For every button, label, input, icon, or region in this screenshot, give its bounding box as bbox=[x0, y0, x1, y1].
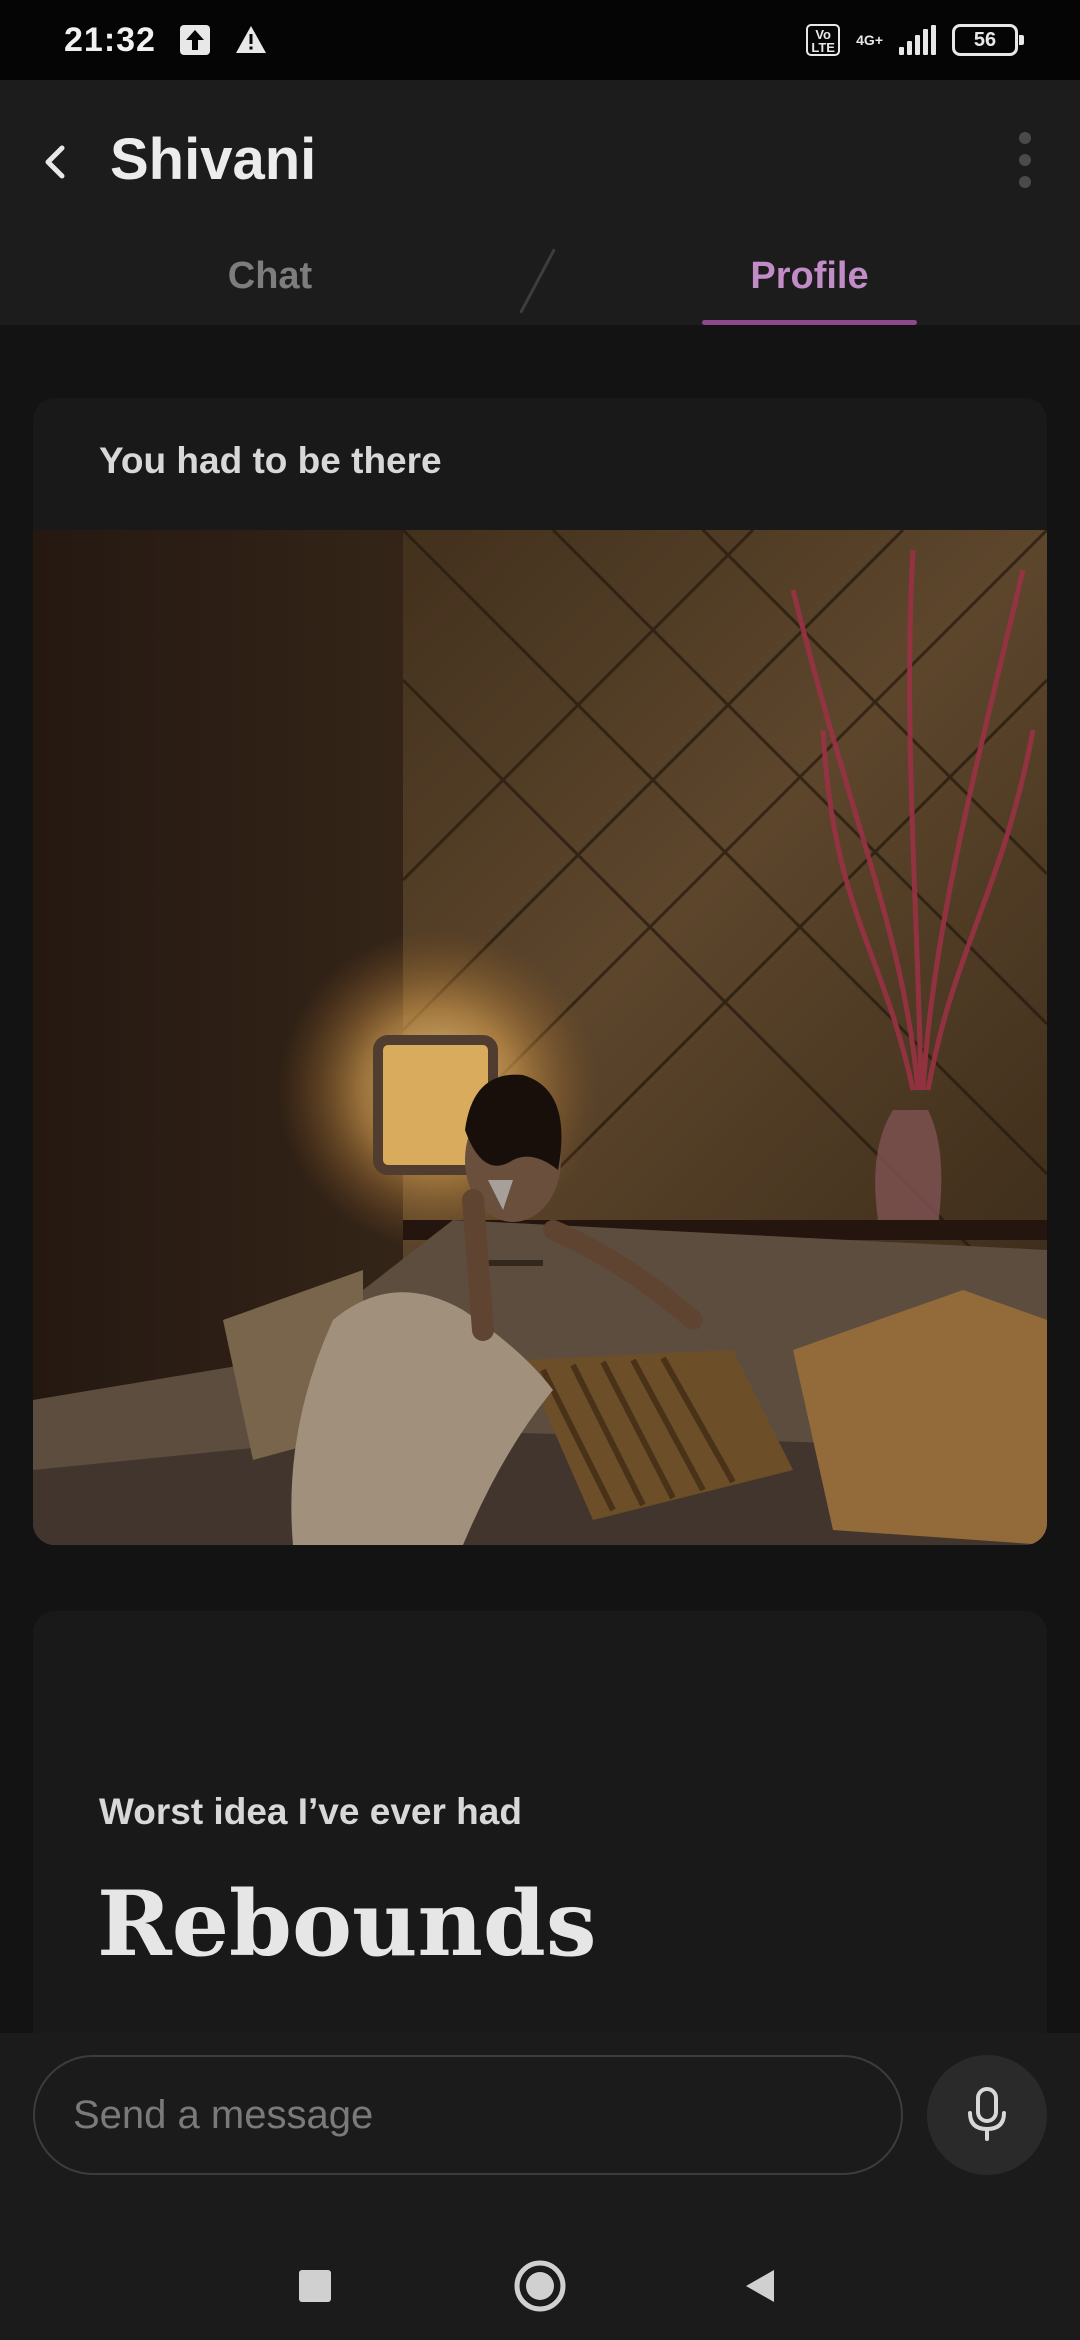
circle-icon[interactable] bbox=[505, 2251, 575, 2321]
system-navbar bbox=[0, 2233, 1080, 2340]
more-vertical-icon[interactable] bbox=[1010, 132, 1040, 196]
network-type: 4G+ bbox=[856, 31, 883, 48]
microphone-icon bbox=[968, 2087, 1006, 2141]
profile-content[interactable]: You had to be there Worst idea I’ve ever… bbox=[0, 325, 1080, 2033]
card-prompt: Worst idea I’ve ever had bbox=[99, 1791, 522, 1832]
mic-button[interactable] bbox=[927, 2055, 1047, 2175]
tab-profile[interactable]: Profile bbox=[702, 255, 917, 298]
volte-badge: Vo LTE bbox=[806, 24, 841, 56]
status-bar: 21:32 Vo LTE 4G+ 56 bbox=[0, 0, 1080, 80]
profile-answer-card: Worst idea I’ve ever had Rebounds bbox=[33, 1611, 1047, 2033]
card-prompt: You had to be there bbox=[99, 440, 442, 481]
message-input[interactable] bbox=[33, 2055, 903, 2175]
status-right: Vo LTE 4G+ 56 bbox=[806, 24, 1024, 56]
message-composer bbox=[0, 2033, 1080, 2233]
status-left: 21:32 bbox=[64, 21, 268, 60]
chevron-left-icon[interactable] bbox=[30, 132, 82, 192]
upload-icon bbox=[179, 25, 210, 55]
tab-chat[interactable]: Chat bbox=[170, 255, 370, 298]
battery-level: 56 bbox=[973, 28, 997, 51]
battery-icon: 56 bbox=[952, 24, 1024, 56]
triangle-back-icon[interactable] bbox=[725, 2251, 795, 2321]
page-title: Shivani bbox=[110, 127, 317, 192]
status-time: 21:32 bbox=[64, 20, 156, 59]
header: Shivani Chat Profile bbox=[0, 80, 1080, 325]
profile-photo[interactable] bbox=[33, 530, 1047, 1545]
warning-icon bbox=[235, 26, 266, 53]
square-icon[interactable] bbox=[280, 2251, 350, 2321]
signal-icon bbox=[899, 25, 936, 55]
card-answer: Rebounds bbox=[97, 1871, 597, 1977]
tab-bar: Chat Profile bbox=[0, 248, 1080, 325]
volte-text: Vo LTE bbox=[811, 27, 835, 55]
tab-divider bbox=[519, 248, 556, 314]
profile-prompt-card: You had to be there bbox=[33, 398, 1047, 1545]
app-screen: 21:32 Vo LTE 4G+ 56 Shivani Chat Profile… bbox=[0, 0, 1080, 2340]
